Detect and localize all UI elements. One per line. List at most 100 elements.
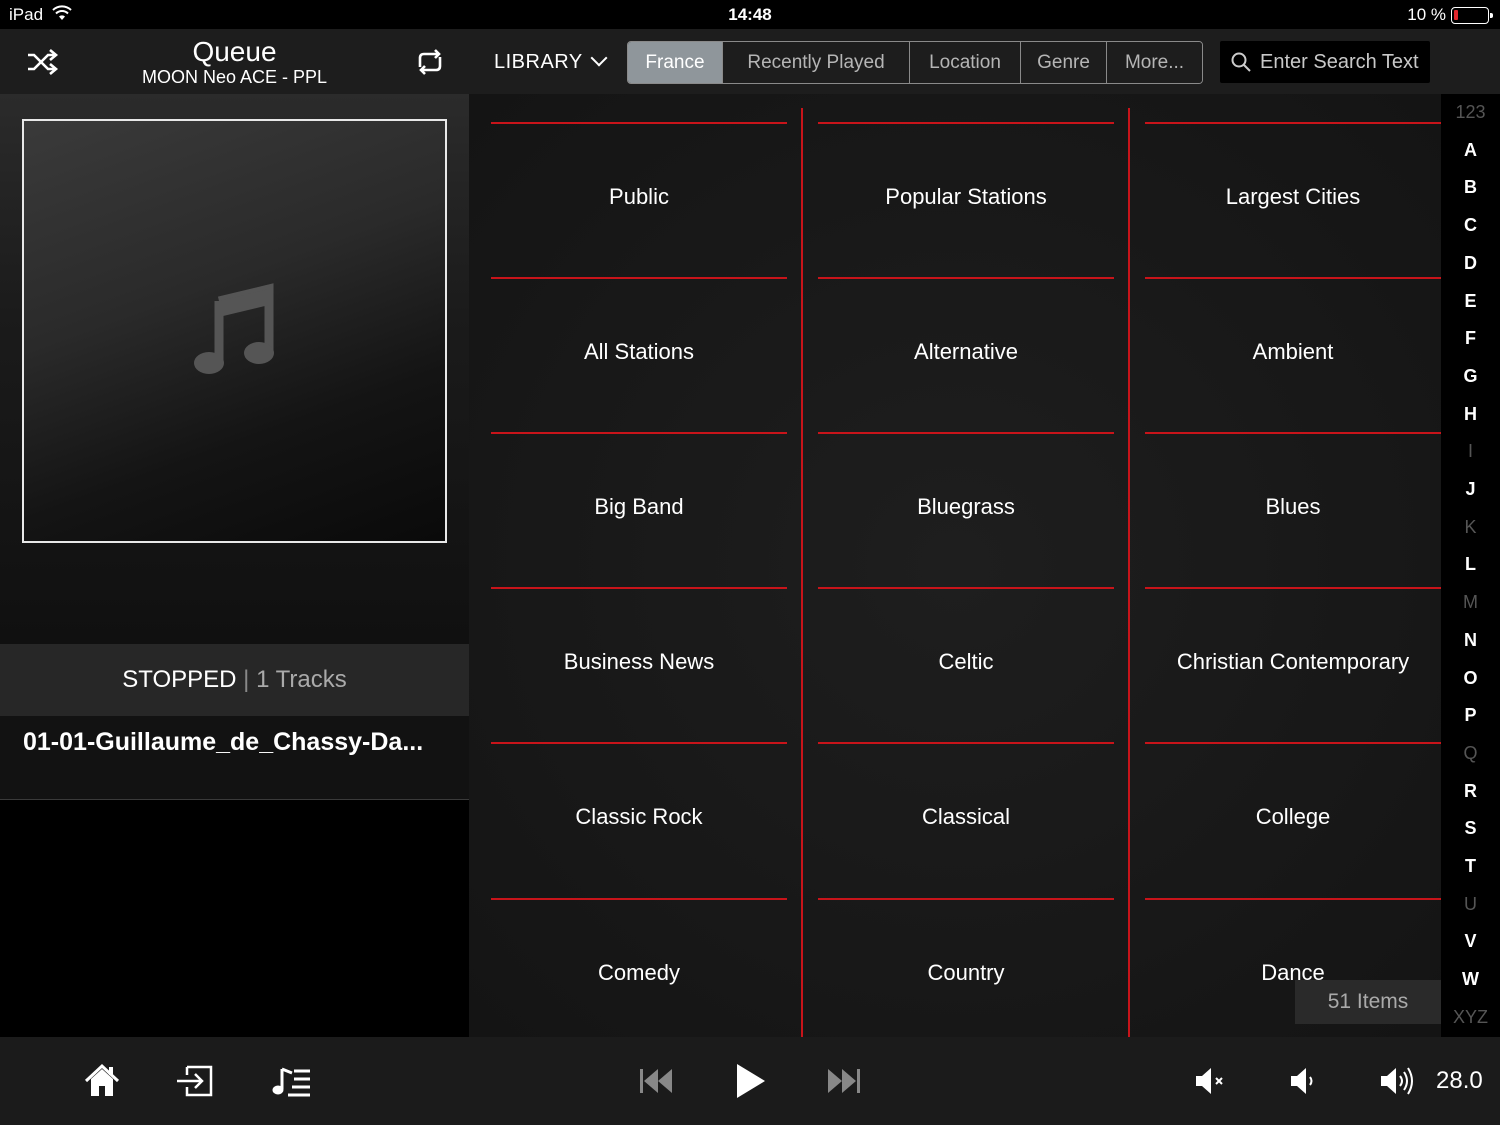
grid-item[interactable]: Business News: [491, 587, 787, 742]
grid-item[interactable]: Alternative: [818, 277, 1114, 432]
index-letter[interactable]: U: [1441, 894, 1500, 915]
index-letter[interactable]: R: [1441, 781, 1500, 802]
index-letter[interactable]: V: [1441, 931, 1500, 952]
battery-icon: [1451, 7, 1493, 24]
grid-item-label: Alternative: [914, 339, 1018, 364]
index-letter[interactable]: D: [1441, 253, 1500, 274]
index-letter[interactable]: A: [1441, 140, 1500, 161]
queue-title: Queue: [192, 36, 277, 67]
grid-item-label: Big Band: [594, 494, 684, 519]
alphabet-index[interactable]: 123 A B C D E F G H I J K L M N O P Q R S T U V W XYZ: [1441, 94, 1500, 1037]
grid-item[interactable]: Big Band: [491, 432, 787, 587]
library-dropdown[interactable]: LIBRARY: [494, 49, 608, 74]
index-letter[interactable]: F: [1441, 328, 1500, 349]
search-box: [1220, 41, 1430, 83]
grid-item-label: Classic Rock: [575, 804, 703, 829]
grid-item[interactable]: Popular Stations: [818, 122, 1114, 277]
grid-item[interactable]: College: [1145, 742, 1441, 897]
input-icon[interactable]: [175, 1061, 215, 1101]
home-icon[interactable]: [82, 1061, 122, 1101]
tab-france[interactable]: France: [628, 42, 722, 83]
grid-item[interactable]: Public: [491, 122, 787, 277]
grid-item-label: Business News: [563, 649, 715, 674]
column-divider: [801, 108, 803, 1037]
grid-item[interactable]: Celtic: [818, 587, 1114, 742]
volume-down-icon[interactable]: [1285, 1061, 1325, 1101]
index-letter[interactable]: Q: [1441, 743, 1500, 764]
browse-tabs: France Recently Played Location Genre Mo…: [627, 41, 1203, 84]
queue-panel: Queue MOON Neo ACE - PPL STOPPED | 1 Tra…: [0, 29, 469, 1037]
index-letter[interactable]: H: [1441, 404, 1500, 425]
play-icon[interactable]: [729, 1061, 769, 1101]
index-letter[interactable]: B: [1441, 177, 1500, 198]
grid-item[interactable]: Classic Rock: [491, 742, 787, 897]
library-header: LIBRARY France Recently Played Location …: [469, 29, 1500, 94]
index-letter[interactable]: M: [1441, 592, 1500, 613]
status-bar: iPad 14:48 10 %: [0, 0, 1500, 29]
index-letter[interactable]: N: [1441, 630, 1500, 651]
index-letter[interactable]: XYZ: [1441, 1007, 1500, 1028]
chevron-down-icon: [590, 49, 608, 67]
grid-item-label: Popular Stations: [885, 184, 1047, 209]
battery-percent: 10 %: [1407, 5, 1446, 24]
music-note-icon: [194, 283, 274, 374]
grid-item[interactable]: Christian Contemporary: [1145, 587, 1441, 742]
tab-recently-played[interactable]: Recently Played: [722, 42, 909, 83]
index-letter[interactable]: P: [1441, 705, 1500, 726]
index-letter[interactable]: W: [1441, 969, 1500, 990]
search-input[interactable]: [1260, 41, 1428, 83]
playlist-icon[interactable]: [270, 1061, 310, 1101]
grid-item[interactable]: Ambient: [1145, 277, 1441, 432]
grid-item[interactable]: Blues: [1145, 432, 1441, 587]
index-letter[interactable]: L: [1441, 554, 1500, 575]
grid-item[interactable]: Comedy: [491, 898, 787, 1037]
clock: 14:48: [728, 5, 772, 24]
index-letter[interactable]: K: [1441, 517, 1500, 538]
repeat-icon[interactable]: [410, 45, 450, 79]
playback-state: STOPPED: [122, 666, 237, 693]
next-icon[interactable]: [824, 1061, 864, 1101]
index-letter[interactable]: T: [1441, 856, 1500, 877]
index-letter[interactable]: C: [1441, 215, 1500, 236]
volume-up-icon[interactable]: [1378, 1061, 1418, 1101]
grid-item[interactable]: Country: [818, 898, 1114, 1037]
grid-item-label: Public: [609, 184, 669, 209]
search-icon: [1231, 52, 1251, 72]
index-letter[interactable]: J: [1441, 479, 1500, 500]
grid-item-label: College: [1255, 804, 1331, 829]
tab-location[interactable]: Location: [909, 42, 1020, 83]
index-letter[interactable]: O: [1441, 668, 1500, 689]
grid-item-label: Blues: [1265, 494, 1321, 519]
index-letter[interactable]: G: [1441, 366, 1500, 387]
index-letter[interactable]: S: [1441, 818, 1500, 839]
grid-item[interactable]: Largest Cities: [1145, 122, 1441, 277]
queue-track-item[interactable]: 01-01-Guillaume_de_Chassy-Da...: [0, 716, 469, 800]
volume-level: 28.0: [1436, 1067, 1483, 1094]
grid-item-label: Country: [927, 960, 1005, 985]
tab-more[interactable]: More...: [1106, 42, 1202, 83]
now-playing-area: [0, 94, 469, 644]
grid-item-label: Largest Cities: [1225, 184, 1361, 209]
grid-item-label: Bluegrass: [917, 494, 1015, 519]
column-divider: [1128, 108, 1130, 1037]
grid-item[interactable]: Classical: [818, 742, 1114, 897]
tab-genre[interactable]: Genre: [1020, 42, 1106, 83]
queue-header: Queue MOON Neo ACE - PPL: [0, 29, 469, 94]
grid-item[interactable]: Bluegrass: [818, 432, 1114, 587]
grid-item[interactable]: All Stations: [491, 277, 787, 432]
library-label: LIBRARY: [494, 51, 583, 73]
index-letter[interactable]: E: [1441, 291, 1500, 312]
track-count: 1 Tracks: [256, 666, 347, 693]
index-letter[interactable]: 123: [1441, 102, 1500, 123]
album-art[interactable]: [22, 119, 447, 543]
track-title: 01-01-Guillaume_de_Chassy-Da...: [23, 728, 424, 756]
index-letter[interactable]: I: [1441, 441, 1500, 462]
item-count-badge: 51 Items: [1295, 980, 1441, 1024]
station-grid: Public Popular Stations Largest Cities A…: [469, 94, 1441, 1037]
grid-item-label: Christian Contemporary: [1176, 649, 1410, 674]
previous-icon[interactable]: [636, 1061, 676, 1101]
grid-item-label: Celtic: [938, 649, 994, 674]
bottom-toolbar: 28.0: [0, 1037, 1500, 1125]
grid-item-label: All Stations: [583, 339, 695, 364]
mute-icon[interactable]: [1190, 1061, 1230, 1101]
